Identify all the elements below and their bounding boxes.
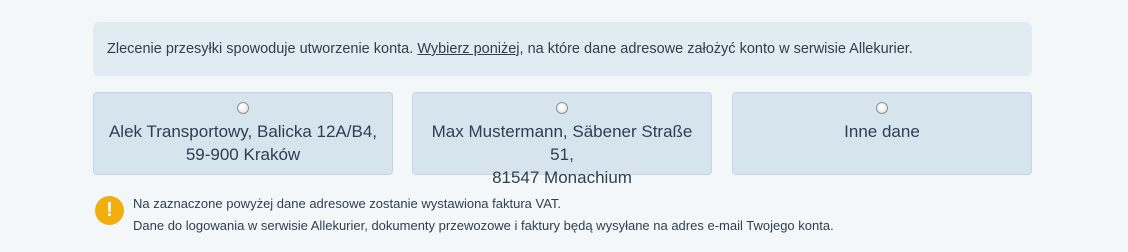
address-option-radio[interactable] xyxy=(237,102,249,114)
address-option-label: Alek Transportowy, Balicka 12A/B4, 59-90… xyxy=(94,120,392,166)
address-line-1: Max Mustermann, Säbener Straße 51, xyxy=(431,122,693,164)
address-line-1: Alek Transportowy, Balicka 12A/B4, xyxy=(108,122,378,141)
address-line-1: Inne dane xyxy=(844,122,920,141)
address-option-alek[interactable]: Alek Transportowy, Balicka 12A/B4, 59-90… xyxy=(93,92,393,175)
address-option-other[interactable]: Inne dane xyxy=(732,92,1032,175)
notice-text-after: , na które dane adresowe założyć konto w… xyxy=(519,41,913,57)
address-line-2: 81547 Monachium xyxy=(492,168,632,187)
choose-below-link[interactable]: Wybierz poniżej xyxy=(417,41,519,57)
invoice-info: Na zaznaczone powyżej dane adresowe zost… xyxy=(133,193,834,237)
address-line-2: 59-900 Kraków xyxy=(185,145,301,164)
address-option-label: Inne dane xyxy=(733,120,1031,143)
invoice-info-line-1: Na zaznaczone powyżej dane adresowe zost… xyxy=(133,196,562,211)
notice-text-before: Zlecenie przesyłki spowoduje utworzenie … xyxy=(107,41,414,57)
address-option-max[interactable]: Max Mustermann, Säbener Straße 51, 81547… xyxy=(412,92,712,187)
address-option-radio[interactable] xyxy=(876,102,888,114)
exclamation-icon: ! xyxy=(95,196,124,225)
address-option-label: Max Mustermann, Säbener Straße 51, 81547… xyxy=(413,120,711,189)
address-option-radio[interactable] xyxy=(556,102,568,114)
invoice-info-line-2: Dane do logowania w serwisie Allekurier,… xyxy=(133,218,834,233)
account-creation-notice: Zlecenie przesyłki spowoduje utworzenie … xyxy=(93,22,1032,76)
